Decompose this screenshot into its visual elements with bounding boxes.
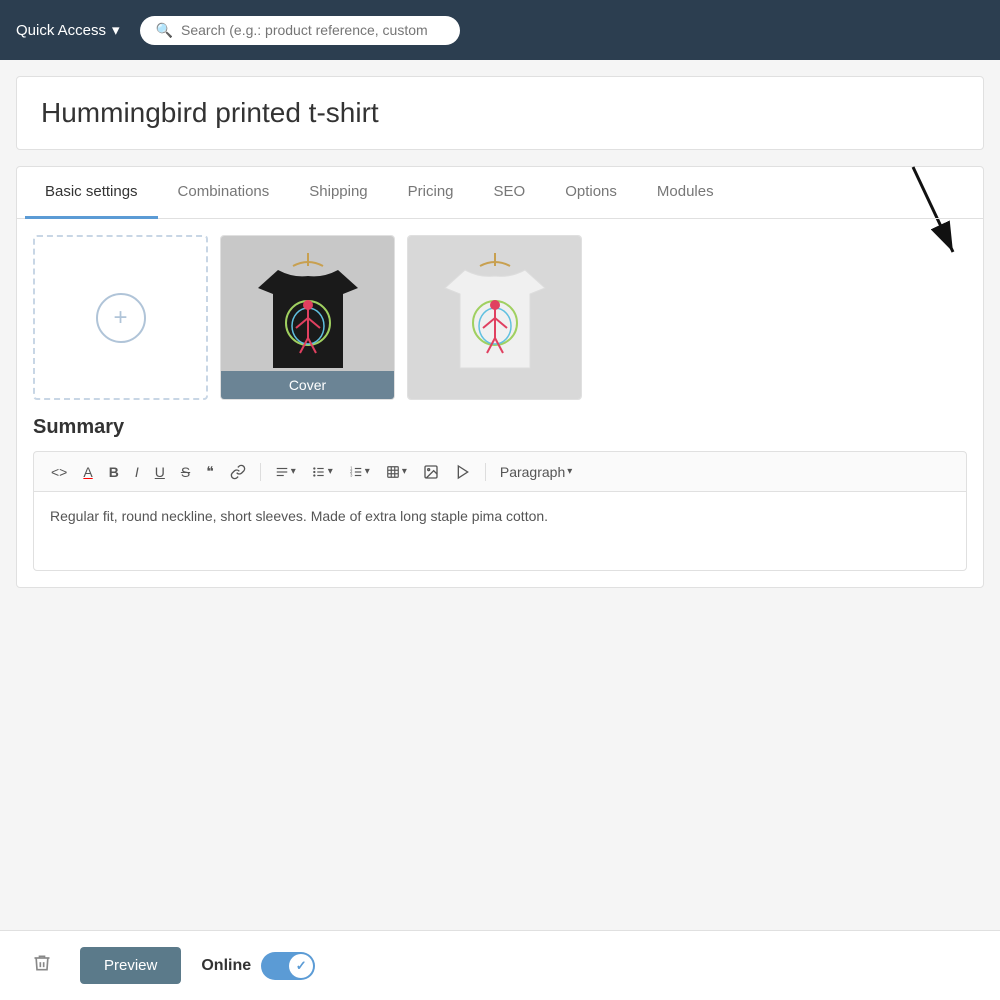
image-btn[interactable]: [418, 461, 444, 483]
table-btn[interactable]: ▾: [381, 462, 412, 482]
bullet-list-btn[interactable]: ▾: [307, 462, 338, 482]
quick-access-menu[interactable]: Quick Access ▾: [16, 21, 120, 39]
tab-seo[interactable]: SEO: [474, 167, 546, 219]
link-btn[interactable]: [225, 461, 251, 483]
search-icon: 🔍: [156, 22, 173, 39]
toggle-knob: ✓: [289, 954, 313, 978]
tshirt-dark-svg: [248, 248, 368, 388]
video-btn[interactable]: [450, 461, 476, 483]
product-title-input[interactable]: [41, 97, 959, 129]
cover-label: Cover: [221, 371, 394, 399]
font-color-btn[interactable]: A: [78, 461, 97, 483]
tshirt-light-bg: [408, 236, 581, 399]
paragraph-label: Paragraph: [500, 464, 565, 480]
editor-text: Regular fit, round neckline, short sleev…: [50, 508, 548, 524]
numbered-list-btn[interactable]: 123 ▾: [344, 462, 375, 482]
tabs-card: Basic settings Combinations Shipping Pri…: [16, 166, 984, 588]
search-input[interactable]: [181, 22, 444, 38]
add-image-button[interactable]: +: [33, 235, 208, 400]
online-toggle-area: Online ✓: [201, 952, 315, 980]
editor-content[interactable]: Regular fit, round neckline, short sleev…: [33, 491, 967, 571]
code-btn[interactable]: <>: [46, 461, 72, 483]
svg-text:3: 3: [350, 472, 353, 477]
separator-1: [260, 463, 261, 481]
chevron-down-icon: ▾: [112, 21, 120, 39]
separator-2: [485, 463, 486, 481]
online-toggle-switch[interactable]: ✓: [261, 952, 315, 980]
tab-pricing[interactable]: Pricing: [388, 167, 474, 219]
product-image-dark[interactable]: Cover: [220, 235, 395, 400]
search-bar: 🔍: [140, 16, 460, 45]
quote-btn[interactable]: ❝: [201, 460, 219, 483]
tab-modules[interactable]: Modules: [637, 167, 734, 219]
summary-section: Summary <> A B I U S ❝ ▾: [17, 416, 983, 587]
tabs-header: Basic settings Combinations Shipping Pri…: [17, 167, 983, 219]
main-content: Basic settings Combinations Shipping Pri…: [0, 60, 1000, 1000]
product-title-card: [16, 76, 984, 150]
summary-title: Summary: [33, 416, 967, 439]
editor-toolbar: <> A B I U S ❝ ▾ ▾: [33, 451, 967, 491]
tab-options[interactable]: Options: [545, 167, 637, 219]
font-color-label: A: [83, 464, 92, 480]
italic-btn[interactable]: I: [130, 461, 144, 483]
preview-button[interactable]: Preview: [80, 947, 181, 984]
online-label: Online: [201, 957, 251, 975]
bottom-bar: Preview Online ✓: [0, 930, 1000, 1000]
product-image-light[interactable]: [407, 235, 582, 400]
tabs-wrapper: Basic settings Combinations Shipping Pri…: [17, 167, 983, 219]
strikethrough-btn[interactable]: S: [176, 461, 195, 483]
tab-basic-settings[interactable]: Basic settings: [25, 167, 158, 219]
paragraph-btn[interactable]: Paragraph ▾: [495, 461, 577, 483]
tab-combinations[interactable]: Combinations: [158, 167, 290, 219]
quick-access-label: Quick Access: [16, 22, 106, 39]
delete-button[interactable]: [24, 945, 60, 986]
bold-btn[interactable]: B: [104, 461, 124, 483]
images-section: +: [17, 219, 983, 416]
tshirt-light-svg: [435, 248, 555, 388]
underline-btn[interactable]: U: [150, 461, 170, 483]
top-navigation: Quick Access ▾ 🔍: [0, 0, 1000, 60]
align-btn[interactable]: ▾: [270, 462, 301, 482]
add-image-icon: +: [96, 293, 146, 343]
tab-shipping[interactable]: Shipping: [289, 167, 387, 219]
